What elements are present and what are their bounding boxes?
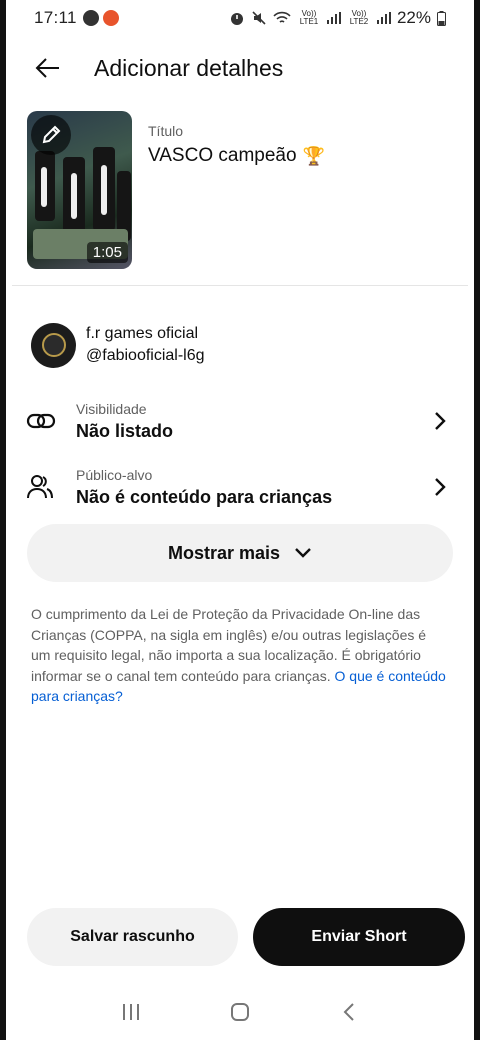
audience-setting[interactable]: Público-alvo Não é conteúdo para criança…: [26, 458, 454, 516]
notification-app-icon: [102, 10, 119, 26]
status-time: 17:11: [34, 8, 77, 27]
status-bar: 17:11 Vo)) LTE1 Vo)) LTE2 22%: [6, 0, 474, 36]
home-icon: [230, 1003, 249, 1021]
wifi-icon: [273, 11, 291, 23]
notification-icons: [82, 10, 119, 26]
signal-icon: [326, 12, 341, 24]
signal-icon: [376, 12, 391, 24]
edit-thumbnail-button[interactable]: [31, 115, 71, 155]
page-title: Adicionar detalhes: [94, 54, 284, 81]
system-nav-bar: [6, 990, 474, 1034]
coppa-notice: O cumprimento da Lei de Proteção da Priv…: [31, 604, 448, 707]
battery-icon: [437, 10, 446, 26]
visibility-label: Visibilidade: [76, 400, 147, 417]
pencil-icon: [42, 125, 61, 144]
recent-apps-button[interactable]: [111, 992, 151, 1032]
send-short-button[interactable]: Enviar Short: [253, 908, 465, 966]
title-field[interactable]: Título VASCO campeão 🏆: [148, 111, 325, 271]
avatar: [31, 322, 76, 368]
title-label: Título: [148, 123, 184, 139]
title-text: VASCO campeão: [148, 145, 297, 166]
channel-name: f.r games oficial: [86, 325, 199, 342]
show-more-button[interactable]: Mostrar mais: [27, 524, 453, 582]
chevron-left-icon: [343, 1003, 355, 1021]
network-1-label: Vo)) LTE1: [299, 9, 319, 26]
status-right: Vo)) LTE1 Vo)) LTE2 22%: [229, 8, 446, 28]
screen: 17:11 Vo)) LTE1 Vo)) LTE2 22% Adicionar …: [0, 0, 480, 1040]
video-thumbnail[interactable]: 1:05: [27, 111, 132, 269]
save-draft-button[interactable]: Salvar rascunho: [27, 908, 238, 966]
channel-info: f.r games oficial @fabiooficial-l6g: [31, 320, 449, 370]
arrow-left-icon: [35, 58, 59, 78]
top-app-bar: Adicionar detalhes: [6, 44, 474, 92]
chevron-right-icon: [435, 478, 446, 496]
chevron-down-icon: [295, 548, 311, 558]
show-more-label: Mostrar mais: [167, 542, 281, 563]
channel-handle: @fabiooficial-l6g: [86, 347, 205, 364]
system-back-button[interactable]: [329, 992, 369, 1032]
people-icon: [27, 475, 53, 499]
audience-value: Não é conteúdo para crianças: [76, 486, 333, 507]
video-card: 1:05 Título VASCO campeão 🏆: [27, 111, 453, 271]
video-duration: 1:05: [86, 242, 128, 263]
title-value[interactable]: VASCO campeão 🏆: [148, 145, 325, 167]
notification-app-icon: [82, 10, 99, 26]
visibility-value: Não listado: [76, 420, 174, 441]
home-button[interactable]: [220, 992, 260, 1032]
link-icon: [26, 413, 56, 429]
network-2-label: Vo)) LTE2: [349, 9, 369, 26]
recents-icon: [122, 1004, 139, 1020]
back-button[interactable]: [24, 44, 72, 92]
trophy-icon: 🏆: [302, 145, 325, 166]
section-divider: [12, 285, 468, 286]
audience-label: Público-alvo: [76, 466, 153, 483]
visibility-setting[interactable]: Visibilidade Não listado: [26, 392, 454, 450]
chevron-right-icon: [435, 412, 446, 430]
alarm-icon: [230, 13, 243, 25]
battery-level: 22%: [396, 8, 431, 27]
mute-icon: [252, 11, 266, 25]
